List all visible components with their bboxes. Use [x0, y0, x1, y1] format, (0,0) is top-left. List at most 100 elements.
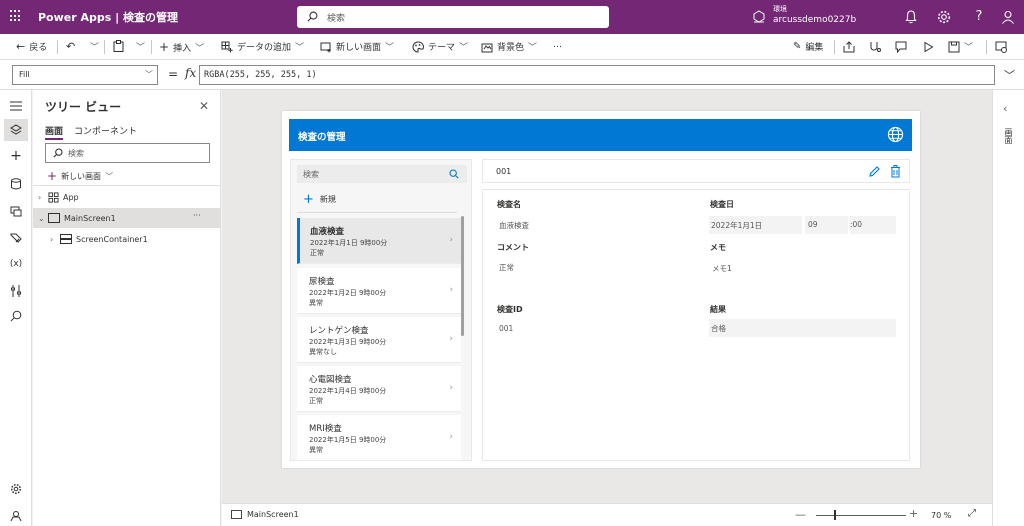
edit-pencil-icon[interactable]: [868, 165, 881, 178]
field-label-result: 結果: [710, 305, 726, 314]
screen-icon: [48, 213, 60, 223]
hour-dropdown[interactable]: 09: [805, 216, 848, 234]
field-label-id: 検査ID: [497, 305, 523, 314]
tree-node-screencontainer1[interactable]: › ScreenContainer1: [33, 229, 221, 249]
app-checker-icon[interactable]: [869, 41, 881, 53]
advanced-tools-icon[interactable]: [8, 283, 24, 299]
left-rail: + (x): [0, 90, 32, 526]
undo-button[interactable]: ↶: [66, 40, 75, 53]
field-value-hour: 09: [808, 220, 818, 229]
power-automate-icon[interactable]: [8, 230, 24, 246]
gallery-item[interactable]: MRI検査 2022年1月5日 9時00分 異常 ›: [297, 415, 461, 461]
virtual-agent-icon[interactable]: [8, 508, 24, 524]
background-color-button[interactable]: 背景色 ﹀: [481, 40, 537, 53]
screen-selector[interactable]: MainScreen1: [231, 510, 299, 519]
chevron-right-icon: ›: [449, 432, 453, 442]
close-icon[interactable]: ✕: [199, 99, 209, 113]
gallery-item[interactable]: 心電図検査 2022年1月4日 9時00分 正常 ›: [297, 366, 461, 412]
comment-icon[interactable]: [895, 41, 907, 53]
background-icon: [481, 43, 493, 52]
edit-button[interactable]: ✎ 編集: [793, 40, 823, 53]
app-grid-icon: [48, 191, 59, 203]
tree-search-input[interactable]: 検索: [45, 143, 210, 163]
new-screen-tree-button[interactable]: + 新しい画面 ﹀: [47, 169, 113, 183]
field-value-id[interactable]: 001: [499, 324, 513, 333]
formula-input[interactable]: RGBA(255, 255, 255, 1): [199, 65, 995, 85]
zoom-in-button[interactable]: +: [909, 507, 918, 520]
property-dropdown[interactable]: Fill ﹀: [12, 65, 158, 85]
help-icon[interactable]: ?: [971, 9, 987, 25]
tree-node-app[interactable]: › App: [33, 187, 221, 207]
globe-icon[interactable]: [887, 126, 904, 143]
gallery-item-result: 異常: [309, 446, 323, 454]
chevron-down-icon: ﹀: [385, 43, 395, 53]
app-screen[interactable]: 検査の管理 検索 + 新規 血液検査 2022年1月1日 9時00分 正常 › …: [282, 111, 920, 468]
new-record-button[interactable]: + 新規: [303, 192, 336, 207]
variables-icon[interactable]: (x): [8, 256, 24, 272]
formula-text: RGBA(255, 255, 255, 1): [204, 70, 317, 80]
insert-button[interactable]: + 挿入 ﹀: [159, 40, 204, 54]
gallery-scrollbar[interactable]: [461, 216, 464, 336]
undo-dropdown-chevron-icon[interactable]: ﹀: [90, 40, 99, 53]
minute-dropdown[interactable]: :00: [850, 216, 896, 234]
database-add-icon: [221, 41, 233, 52]
expand-formula-chevron-icon[interactable]: ﹀: [1004, 67, 1015, 83]
zoom-level: 70 %: [931, 511, 952, 520]
field-value-comment[interactable]: 正常: [499, 262, 514, 273]
gallery-item[interactable]: 尿検査 2022年1月2日 9時00分 異常 ›: [297, 268, 461, 314]
bell-icon[interactable]: [903, 9, 919, 25]
more-commands-button[interactable]: …: [553, 40, 562, 50]
field-value-memo[interactable]: メモ1: [712, 263, 732, 274]
field-value-name[interactable]: 血液検査: [499, 220, 529, 231]
theme-button[interactable]: テーマ ﹀: [412, 40, 468, 53]
add-data-button[interactable]: データの追加 ﹀: [221, 40, 304, 53]
fx-icon[interactable]: fx: [185, 66, 196, 80]
zoom-slider-thumb[interactable]: [834, 510, 836, 520]
gallery-item[interactable]: 血液検査 2022年1月1日 9時00分 正常 ›: [297, 218, 461, 264]
gallery-search-input[interactable]: 検索: [297, 165, 467, 183]
media-icon[interactable]: [8, 203, 24, 219]
save-dropdown-chevron-icon[interactable]: ﹀: [964, 40, 973, 53]
gear-icon[interactable]: [936, 9, 952, 25]
user-avatar-icon[interactable]: [1000, 9, 1016, 25]
new-screen-button[interactable]: 新しい画面 ﹀: [320, 40, 394, 53]
data-cylinder-icon[interactable]: [8, 176, 24, 192]
edit-label: 編集: [805, 43, 824, 53]
share-icon[interactable]: [843, 41, 855, 53]
detail-form: 検査名 血液検査 検査日 2022年1月1日 09 :00 コメント 正常 メモ…: [482, 189, 910, 461]
global-search-input[interactable]: 検索: [297, 6, 609, 28]
chevron-right-icon: ›: [50, 234, 54, 244]
chevron-left-icon[interactable]: ‹: [1003, 102, 1007, 115]
chevron-right-icon: ›: [449, 285, 453, 295]
tree-search-placeholder: 検索: [68, 149, 84, 158]
node-more-button[interactable]: ···: [193, 211, 201, 220]
chevron-right-icon: ›: [449, 383, 453, 393]
settings-gear-icon[interactable]: [8, 481, 24, 497]
environment-name[interactable]: arcussdemo0227b: [773, 15, 856, 25]
insert-plus-icon[interactable]: +: [8, 148, 24, 164]
result-field[interactable]: 合格: [709, 319, 896, 337]
app-launcher-icon[interactable]: [10, 10, 22, 22]
environment-icon[interactable]: [752, 10, 766, 24]
tab-screens[interactable]: 画面: [45, 124, 64, 140]
tab-components[interactable]: コンポーネント: [74, 124, 137, 137]
field-value-minute: :00: [850, 220, 863, 229]
fit-to-window-icon[interactable]: ⤢: [968, 508, 976, 519]
tree-node-mainscreen1[interactable]: ⌄ MainScreen1 ···: [33, 208, 221, 228]
properties-pane-label[interactable]: 画面: [1003, 128, 1014, 144]
save-icon[interactable]: [948, 41, 960, 53]
paste-button[interactable]: [113, 40, 124, 52]
publish-icon[interactable]: [995, 41, 1007, 53]
date-picker[interactable]: 2022年1月1日: [709, 216, 802, 234]
zoom-out-button[interactable]: —: [795, 508, 806, 521]
theme-label: テーマ: [428, 43, 456, 53]
gallery-item[interactable]: レントゲン検査 2022年1月3日 9時00分 異常なし ›: [297, 317, 461, 363]
tree-view-layers-icon[interactable]: [4, 119, 28, 141]
search-icon[interactable]: [8, 308, 24, 324]
play-icon[interactable]: [922, 41, 934, 53]
back-button[interactable]: ← 戻る: [16, 40, 47, 53]
paste-dropdown-chevron-icon[interactable]: ﹀: [136, 40, 145, 53]
hamburger-menu-icon[interactable]: [8, 98, 24, 114]
trash-icon[interactable]: [890, 165, 901, 178]
zoom-slider[interactable]: [816, 515, 906, 516]
